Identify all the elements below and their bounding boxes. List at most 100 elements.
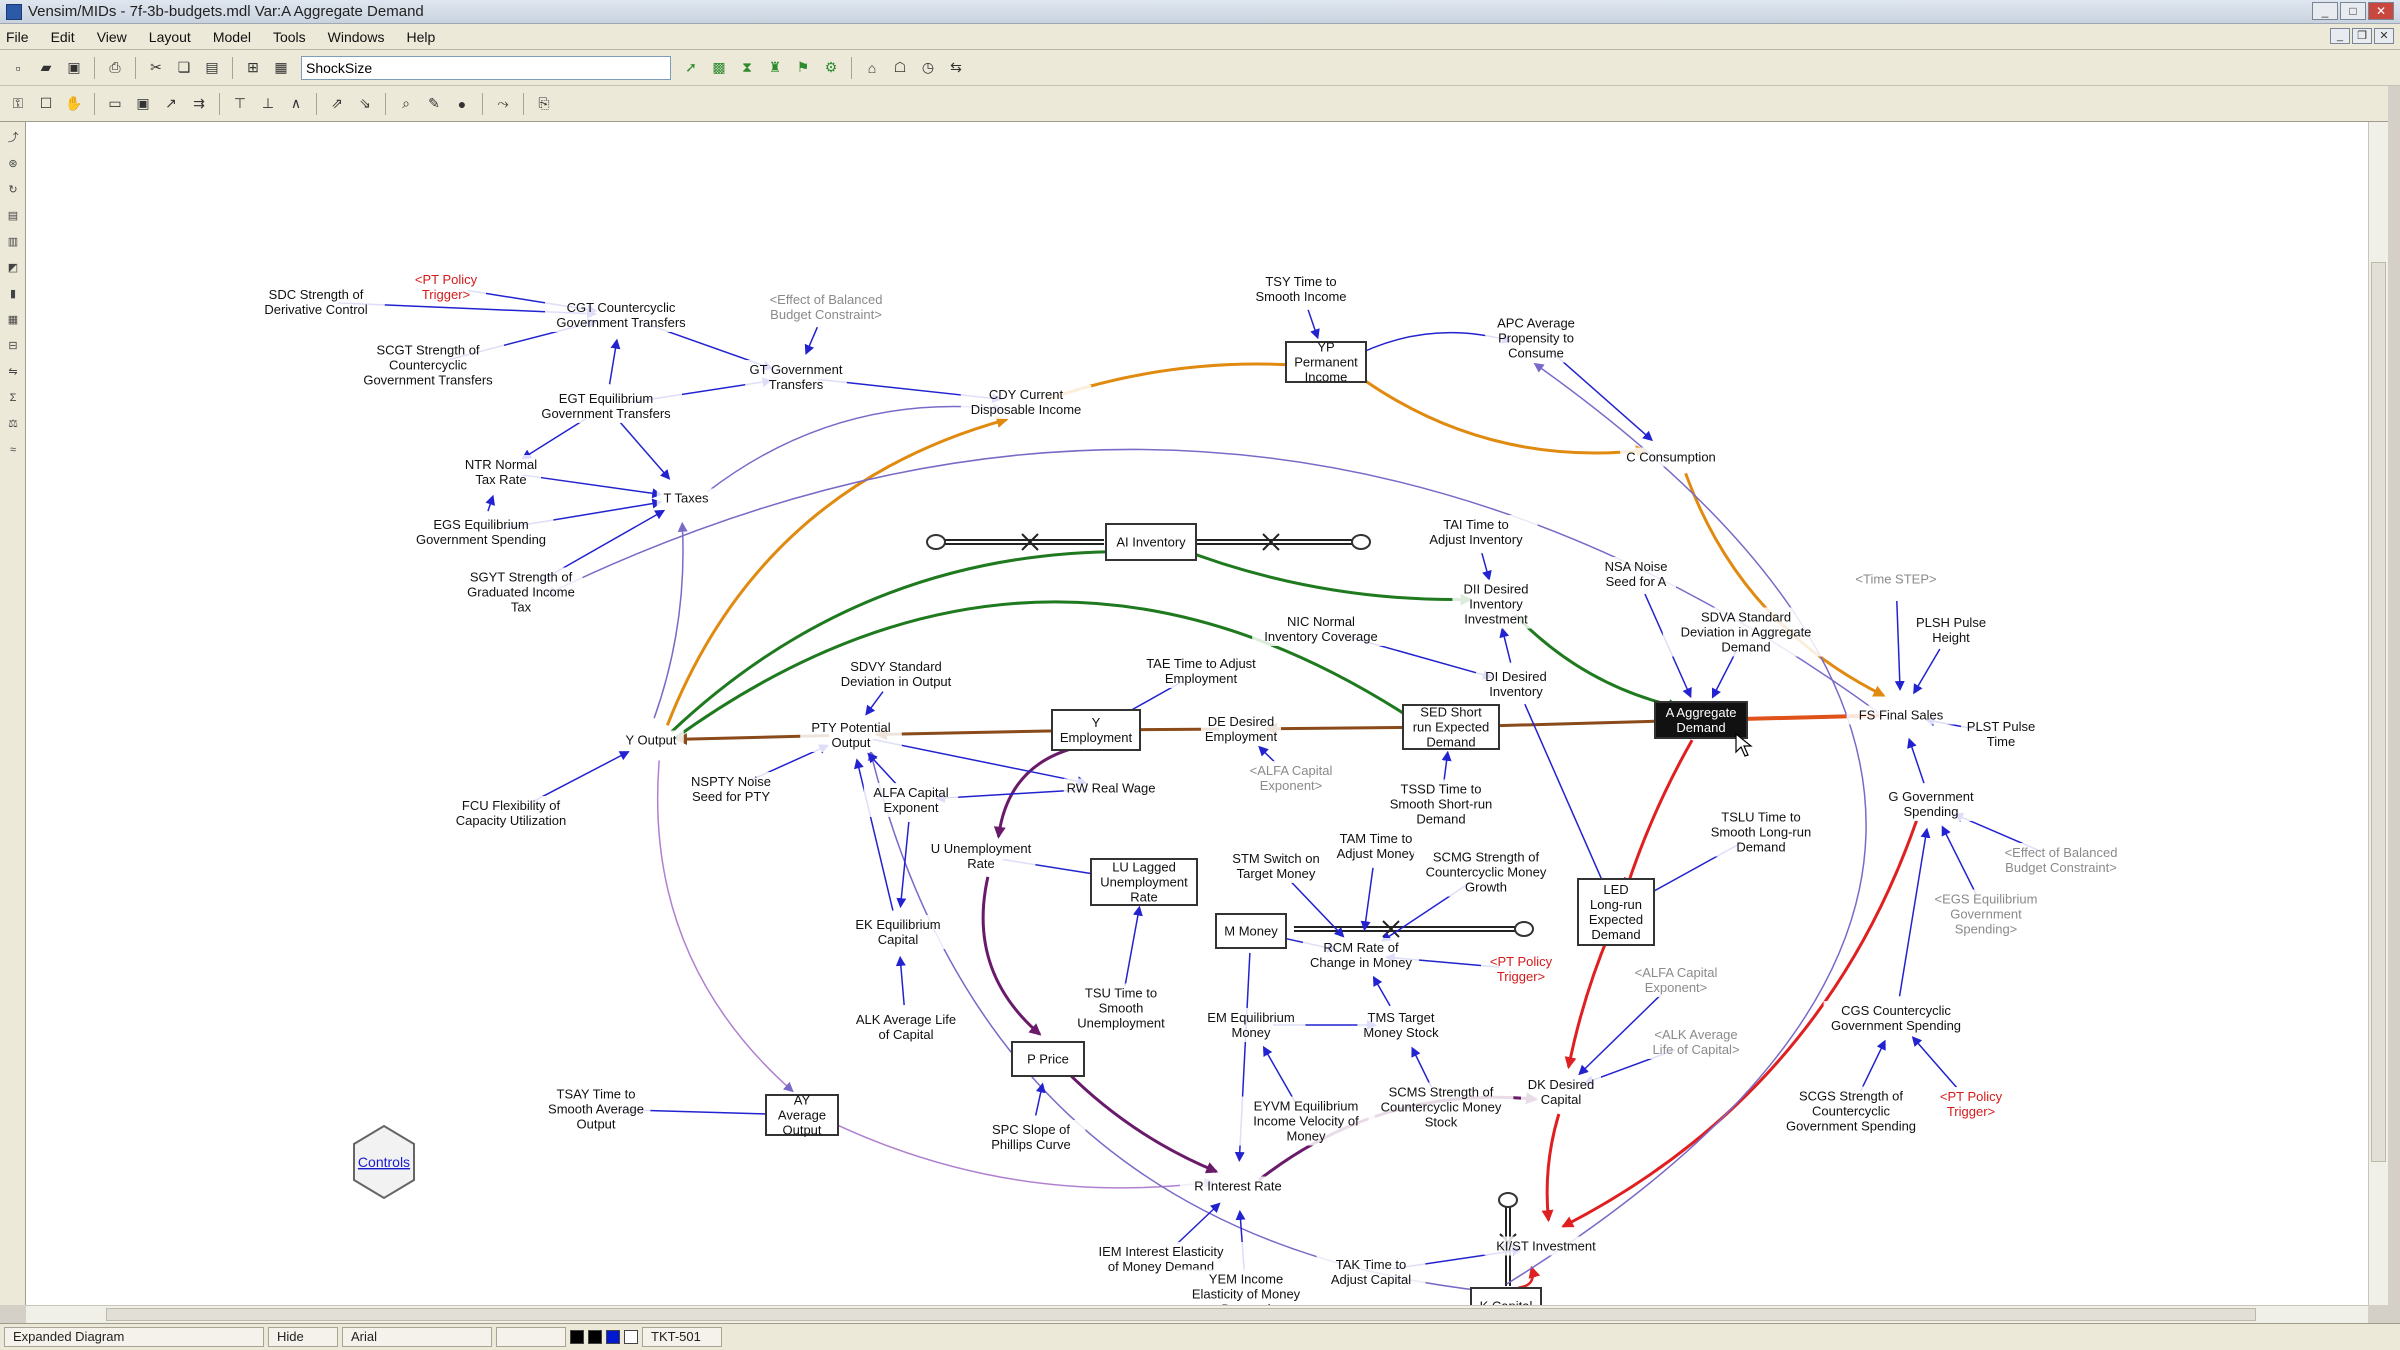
variable-ek[interactable]: EK EquilibriumCapital — [843, 915, 953, 949]
controls-label[interactable]: Controls — [358, 1154, 410, 1170]
set-variable-icon[interactable]: ⊞ — [242, 57, 264, 79]
variable-tsu[interactable]: TSU Time toSmoothUnemployment — [1073, 983, 1169, 1033]
variable-egt[interactable]: EGT EquilibriumGovernment Transfers — [530, 389, 682, 423]
link-di-to-dii[interactable] — [1499, 627, 1512, 663]
runs-compare-icon[interactable]: ⇋ — [3, 362, 23, 382]
link-sdvy-to-pty[interactable] — [865, 691, 884, 716]
menu-windows[interactable]: Windows — [328, 29, 385, 45]
variable-spc[interactable]: SPC Slope ofPhillips Curve — [976, 1120, 1086, 1154]
variable-selector[interactable]: ShockSize — [301, 55, 671, 80]
vertical-scrollbar[interactable] — [2368, 122, 2388, 1305]
print-icon[interactable]: ⎙ — [104, 57, 126, 79]
stock-m[interactable]: M Money — [1215, 913, 1287, 949]
variable-alfa2[interactable]: <ALFA CapitalExponent> — [1625, 963, 1727, 997]
graph-tool-icon[interactable]: ◩ — [3, 258, 23, 278]
rate-tool-icon[interactable]: ⇉ — [188, 93, 210, 115]
variable-dk[interactable]: DK DesiredCapital — [1521, 1075, 1601, 1109]
unhide-icon[interactable]: ⇗ — [326, 93, 348, 115]
link-t-to-cdy[interactable] — [706, 403, 1003, 493]
link-pt3-to-cgs[interactable] — [1911, 1036, 1958, 1088]
shadow-variable-icon[interactable]: ⊤ — [229, 93, 251, 115]
variable-scgt[interactable]: SCGT Strength ofCountercyclicGovernment … — [352, 340, 504, 390]
doc-close-button[interactable]: ✕ — [2374, 28, 2394, 44]
hide-icon[interactable]: ⇘ — [354, 93, 376, 115]
link-yout-to-ai[interactable] — [670, 545, 1129, 733]
variable-dii[interactable]: DII DesiredInventoryInvestment — [1452, 579, 1540, 629]
variable-cgt[interactable]: CGT CountercyclicGovernment Transfers — [545, 298, 697, 332]
variable-fcu[interactable]: FCU Flexibility ofCapacity Utilization — [435, 796, 587, 830]
variable-cgs[interactable]: CGS CountercyclicGovernment Spending — [1823, 1001, 1969, 1035]
doc-minimize-button[interactable]: _ — [2330, 28, 2350, 44]
horizontal-scroll-thumb[interactable] — [106, 1308, 2256, 1321]
variable-eyvm[interactable]: EYVM EquilibriumIncome Velocity ofMoney — [1237, 1096, 1375, 1146]
link-plsh-to-fs[interactable] — [1913, 648, 1941, 695]
uses-tree-tool-icon[interactable]: ⊛ — [3, 154, 23, 174]
variable-nic[interactable]: NIC NormalInventory Coverage — [1252, 612, 1390, 646]
copy-icon[interactable]: ❏ — [173, 57, 195, 79]
pan-hand-icon[interactable]: ✋ — [63, 93, 85, 115]
view-selector[interactable]: Expanded Diagram — [4, 1327, 264, 1347]
variable-sgyt[interactable]: SGYT Strength ofGraduated IncomeTax — [459, 567, 583, 617]
new-file-icon[interactable]: ▫ — [7, 57, 29, 79]
arrow-tool-icon[interactable]: ↗ — [160, 93, 182, 115]
variable-tssd[interactable]: TSSD Time toSmooth Short-runDemand — [1379, 779, 1503, 829]
variable-tak[interactable]: TAK Time toAdjust Capital — [1316, 1255, 1426, 1289]
stock-lu[interactable]: LU LaggedUnemploymentRate — [1090, 858, 1198, 906]
units-tool-icon[interactable]: ⚖ — [3, 414, 23, 434]
variable-pt1[interactable]: <PT PolicyTrigger> — [406, 270, 486, 304]
variable-pty[interactable]: PTY PotentialOutput — [800, 718, 902, 752]
variable-t[interactable]: T Taxes — [656, 488, 716, 508]
variable-r[interactable]: R Interest Rate — [1180, 1176, 1296, 1196]
paste-icon[interactable]: ▤ — [201, 57, 223, 79]
causes-strip-icon[interactable]: ▥ — [3, 232, 23, 252]
line-color-swatch[interactable] — [606, 1330, 620, 1344]
sketch-comment-icon[interactable]: ∧ — [285, 93, 307, 115]
save-icon[interactable]: ▣ — [63, 57, 85, 79]
variable-g[interactable]: G GovernmentSpending — [1883, 787, 1979, 821]
variable-tsay[interactable]: TSAY Time toSmooth AverageOutput — [541, 1084, 651, 1134]
link-egt-to-t[interactable] — [619, 422, 671, 480]
link-eyvm-to-em[interactable] — [1262, 1045, 1296, 1103]
variable-stm[interactable]: STM Switch onTarget Money — [1225, 849, 1327, 883]
clock-icon[interactable]: ◷ — [917, 57, 939, 79]
variable-kii[interactable]: KI/ST Investment — [1484, 1236, 1608, 1256]
stock-p[interactable]: P Price — [1011, 1041, 1085, 1077]
link-time-to-fs[interactable] — [1894, 600, 1905, 692]
link-g-to-fs[interactable] — [1907, 737, 1925, 784]
link-yout-to-ay[interactable] — [656, 760, 794, 1093]
model-sketch-canvas[interactable]: YP Permanent Income AI Inventory Y Employment… — [26, 122, 2368, 1305]
variable-rw[interactable]: RW Real Wage — [1063, 778, 1159, 798]
variable-de[interactable]: DE DesiredEmployment — [1201, 712, 1281, 746]
link-ntr-to-t[interactable] — [522, 474, 663, 499]
variable-egs[interactable]: EGS EquilibriumGovernment Spending — [408, 515, 554, 549]
causes-tree-tool-icon[interactable]: ⤴ — [3, 128, 23, 148]
text-color-swatch[interactable] — [570, 1330, 584, 1344]
variable-pt2[interactable]: <PT PolicyTrigger> — [1481, 952, 1561, 986]
menu-layout[interactable]: Layout — [149, 29, 191, 45]
highlight-color-swatch[interactable] — [624, 1330, 638, 1344]
variable-cdy[interactable]: CDY CurrentDisposable Income — [960, 385, 1092, 419]
variable-pt3[interactable]: <PT PolicyTrigger> — [1931, 1087, 2011, 1121]
menu-view[interactable]: View — [97, 29, 127, 45]
variable-di[interactable]: DI DesiredInventory — [1476, 667, 1556, 701]
variable-scms[interactable]: SCMS Strength ofCountercyclic MoneyStock — [1368, 1082, 1514, 1132]
link-fcu-to-yout[interactable] — [530, 751, 630, 804]
flow-pipe[interactable] — [1294, 920, 1516, 938]
stock-sed[interactable]: SED Shortrun ExpectedDemand — [1402, 704, 1500, 750]
link-ad-to-led[interactable] — [1623, 739, 1694, 891]
variable-u[interactable]: U UnemploymentRate — [926, 839, 1036, 873]
stock-k[interactable]: K Capital — [1470, 1287, 1542, 1305]
variable-tool-icon[interactable]: ▭ — [104, 93, 126, 115]
doc-restore-button[interactable]: ❐ — [2352, 28, 2372, 44]
stock-flow-diagram[interactable]: YPPermanentIncomeAI InventoryYEmployment… — [26, 122, 2368, 1305]
link-tssd-to-sed[interactable] — [1441, 750, 1452, 783]
lock-sketch-icon[interactable]: ⚿ — [7, 93, 29, 115]
link-alfa-to-pty[interactable] — [867, 752, 897, 785]
hide-toggle[interactable]: Hide — [268, 1327, 338, 1347]
variable-egs2[interactable]: <EGS EquilibriumGovernmentSpending> — [1924, 889, 2048, 939]
link-sdva-to-ad[interactable] — [1711, 651, 1737, 699]
document-tool-icon[interactable]: ▤ — [3, 206, 23, 226]
vertical-scroll-thumb[interactable] — [2371, 262, 2386, 1162]
link-tms-to-rcm[interactable] — [1372, 975, 1391, 1007]
variable-tai[interactable]: TAI Time toAdjust Inventory — [1414, 515, 1538, 549]
